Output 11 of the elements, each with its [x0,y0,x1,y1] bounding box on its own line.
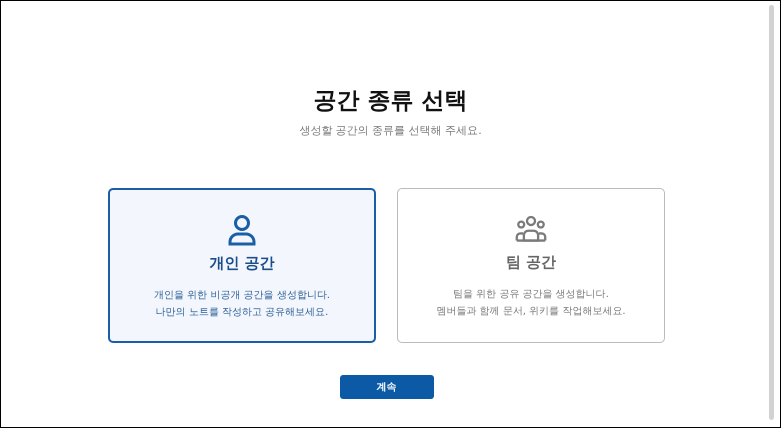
option-title: 팀 공간 [506,253,556,272]
page-subtitle: 생성할 공간의 종류를 선택해 주세요. [299,123,482,138]
option-description: 팀을 위한 공유 공간을 생성합니다. 멤버들과 함께 문서, 위키를 작업해보세요. [436,288,626,319]
page-title: 공간 종류 선택 [313,87,468,116]
scrollbar[interactable] [769,5,774,420]
space-option-card[interactable]: 개인 공간 개인을 위한 비공개 공간을 생성합니다. 나만의 노트를 작성하고 공유해보세요. [108,188,376,343]
option-title: 개인 공간 [209,254,275,273]
continue-button[interactable]: 계속 [340,375,434,399]
space-option-card[interactable]: 팀 공간 팀을 위한 공유 공간을 생성합니다. 멤버들과 함께 문서, 위키를 작업해보세요. [397,188,665,343]
option-description: 개인을 위한 비공개 공간을 생성합니다. 나만의 노트를 작성하고 공유해보세요. [154,289,330,320]
person-icon [226,214,258,246]
